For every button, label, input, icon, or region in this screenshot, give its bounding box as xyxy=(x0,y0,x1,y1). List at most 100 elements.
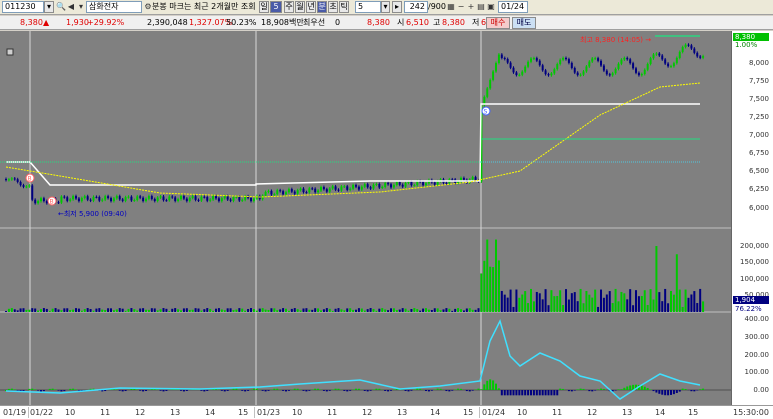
osc-bar xyxy=(451,390,454,391)
period-year-button[interactable]: 년 xyxy=(306,1,316,13)
volume-bar xyxy=(314,308,317,312)
search-icon[interactable]: 🔍 xyxy=(56,2,66,12)
osc-bar xyxy=(547,390,550,396)
osc-bar xyxy=(63,390,66,392)
volume-bar xyxy=(366,309,369,312)
osc-bar xyxy=(325,390,328,392)
volume-bar xyxy=(72,309,75,312)
sell-button[interactable]: 매도 xyxy=(512,17,536,29)
osc-bar xyxy=(468,390,471,392)
candle-body xyxy=(410,181,413,186)
period-week-button[interactable]: 주 xyxy=(284,1,294,13)
stock-name-field[interactable]: 삼화전자 xyxy=(86,1,142,13)
volume-bar xyxy=(585,290,588,312)
volume-bar xyxy=(40,309,42,312)
period-second-button[interactable]: 초 xyxy=(328,1,338,13)
candle-body xyxy=(535,58,538,61)
candle-body xyxy=(678,51,681,58)
minus-icon[interactable]: − xyxy=(456,2,466,12)
osc-bar xyxy=(684,388,687,390)
period-tick-button[interactable]: 틱 xyxy=(339,1,349,13)
date-input[interactable]: 01/24 xyxy=(498,1,528,13)
candle-body xyxy=(69,199,72,201)
candle-body xyxy=(121,199,124,201)
volume-bar xyxy=(127,308,130,312)
candle-body xyxy=(390,184,392,188)
candle-body xyxy=(334,186,337,190)
volume-bar xyxy=(206,308,209,312)
osc-bar xyxy=(503,390,506,396)
volume-bar xyxy=(139,308,142,312)
volume-bar xyxy=(325,308,328,312)
open-price: 6,510 xyxy=(406,18,429,27)
count-input[interactable]: 242 xyxy=(404,1,428,13)
osc-bar xyxy=(69,388,72,390)
volume-bar xyxy=(655,246,658,312)
candle-body xyxy=(495,63,497,72)
chevron-down-icon[interactable]: ▾ xyxy=(76,2,86,12)
osc-bar xyxy=(477,388,480,390)
volume-bar xyxy=(582,303,585,312)
candle-body xyxy=(401,184,404,187)
osc-bar xyxy=(317,388,320,390)
candle-body xyxy=(31,185,34,200)
speaker-icon[interactable]: ◀ xyxy=(66,2,76,12)
grid-icon[interactable]: ▦ xyxy=(446,2,456,12)
candle-body xyxy=(72,196,75,200)
candle-body xyxy=(328,188,331,192)
code-dropdown-button[interactable]: ▾ xyxy=(44,1,54,13)
volume-bar xyxy=(328,308,331,312)
candle-body xyxy=(576,72,579,76)
candle-body xyxy=(471,177,474,180)
refresh-button[interactable]: ▸ xyxy=(392,1,402,13)
period-day-button[interactable]: 일 xyxy=(259,1,269,13)
buy-button[interactable]: 매수 xyxy=(486,17,510,29)
minute-input[interactable]: 5 xyxy=(355,1,381,13)
best-price: 8,380 xyxy=(367,18,390,27)
x-axis-label: 01/22 xyxy=(30,408,54,417)
oscillator-line xyxy=(5,318,701,400)
volume-bar xyxy=(215,308,217,312)
candle-body xyxy=(550,73,553,76)
volume-bar xyxy=(136,310,139,312)
volume-bar xyxy=(250,308,252,312)
period-minute-button[interactable]: 분 xyxy=(317,1,327,13)
lock-icon[interactable]: ▤ xyxy=(476,2,486,12)
candle-body xyxy=(63,196,66,198)
volume-bar xyxy=(258,308,261,312)
chart-area[interactable]: 최고 8,380 (14:05) → ←최저 5,900 (09:40) B B S xyxy=(0,31,773,406)
candle-body xyxy=(104,196,107,200)
options-label[interactable]: 분봉 마크는 최근 2개월만 조회 xyxy=(152,2,256,12)
candle-body xyxy=(500,54,503,58)
candle-body xyxy=(139,196,142,198)
candle-body xyxy=(238,196,241,201)
volume-bar xyxy=(360,308,363,312)
volume-bar xyxy=(544,289,547,312)
white-line xyxy=(6,103,700,186)
volume-bar xyxy=(643,290,646,312)
candle-body xyxy=(416,181,419,186)
price-tick-label: 7,250 xyxy=(748,113,769,121)
minute-dropdown-button[interactable]: ▾ xyxy=(381,1,390,13)
volume-bar xyxy=(375,310,378,312)
volume-bar xyxy=(343,310,346,312)
candle-body xyxy=(95,196,98,198)
minute-value-button[interactable]: 5 xyxy=(270,1,282,13)
osc-bar xyxy=(497,388,500,390)
osc-bar xyxy=(495,383,497,390)
stock-code-field[interactable]: 011230 xyxy=(2,1,44,13)
period-month-button[interactable]: 월 xyxy=(295,1,305,13)
x-axis-label: 14 xyxy=(430,408,441,417)
volume-bar xyxy=(696,303,699,312)
calendar-icon[interactable]: ▣ xyxy=(486,2,496,12)
candle-body xyxy=(37,201,40,204)
candle-body xyxy=(296,190,299,194)
osc-bar xyxy=(678,390,681,392)
volume-bar xyxy=(261,308,264,312)
volume-bar xyxy=(637,296,640,312)
candle-body xyxy=(145,198,147,202)
candle-body xyxy=(530,58,532,62)
candle-body xyxy=(451,179,454,181)
x-axis-label: 14 xyxy=(655,408,666,417)
plus-icon[interactable]: + xyxy=(466,2,476,12)
